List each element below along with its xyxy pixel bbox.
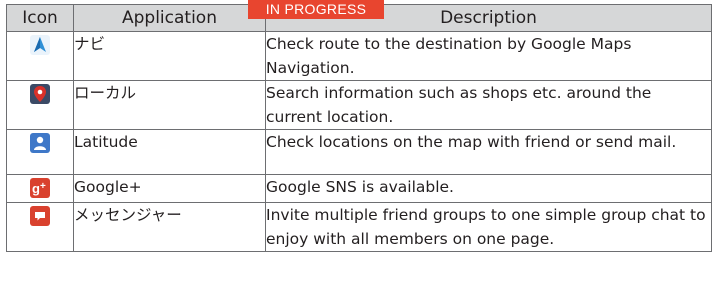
icon-cell <box>6 31 74 81</box>
column-header-icon: Icon <box>6 4 74 32</box>
application-description: Invite multiple friend groups to one sim… <box>265 202 712 252</box>
application-description: Check route to the destination by Google… <box>265 31 712 81</box>
google-plus-icon: g + <box>30 177 50 198</box>
application-name: Latitude <box>73 129 266 175</box>
navigation-icon <box>30 34 50 55</box>
latitude-icon <box>30 132 50 153</box>
svg-text:+: + <box>40 181 46 192</box>
in-progress-badge: IN PROGRESS <box>248 0 384 19</box>
table-row: g + Google+ Google SNS is available. <box>6 174 712 203</box>
local-places-icon <box>30 83 50 104</box>
application-table: Icon Application Description ナビ Check ro… <box>6 4 712 252</box>
icon-cell <box>6 80 74 130</box>
table-row: ローカル Search information such as shops et… <box>6 80 712 130</box>
table-row: Latitude Check locations on the map with… <box>6 129 712 175</box>
application-name: メッセンジャー <box>73 202 266 252</box>
icon-cell <box>6 129 74 175</box>
application-description: Search information such as shops etc. ar… <box>265 80 712 130</box>
application-name: Google+ <box>73 174 266 203</box>
icon-cell <box>6 202 74 252</box>
application-description: Check locations on the map with friend o… <box>265 129 712 175</box>
svg-text:g: g <box>32 181 40 196</box>
table-row: メッセンジャー Invite multiple friend groups to… <box>6 202 712 252</box>
messenger-icon <box>30 205 50 226</box>
column-header-application: Application <box>73 4 266 32</box>
application-name: ナビ <box>73 31 266 81</box>
icon-cell: g + <box>6 174 74 203</box>
application-name: ローカル <box>73 80 266 130</box>
table-row: ナビ Check route to the destination by Goo… <box>6 31 712 81</box>
application-description: Google SNS is available. <box>265 174 712 203</box>
